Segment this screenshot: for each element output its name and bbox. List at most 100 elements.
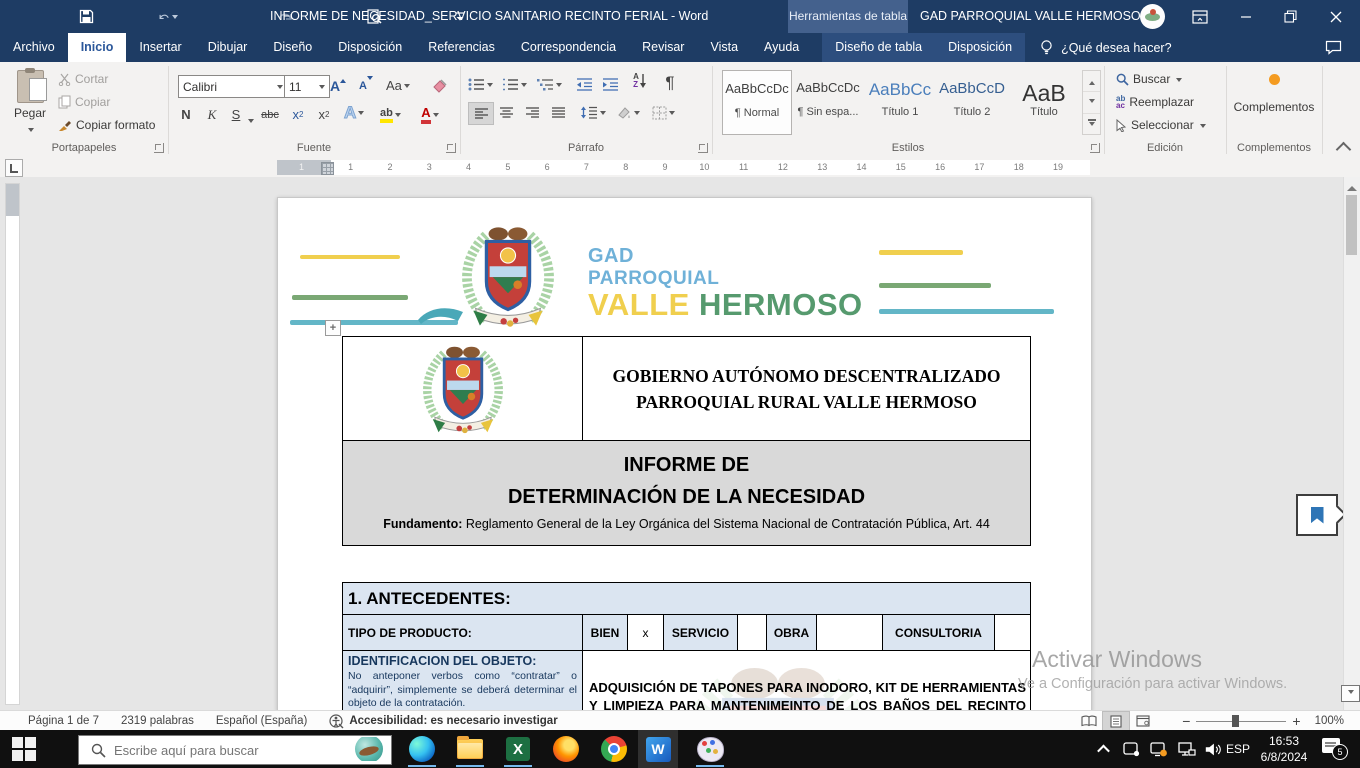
sort-button[interactable]: AZ bbox=[630, 70, 650, 91]
document-page[interactable]: GAD PARROQUIAL VALLE HERMOSO + GOBIERNO … bbox=[277, 197, 1092, 710]
shading-button[interactable] bbox=[616, 102, 640, 123]
fuente-dialog-launcher[interactable] bbox=[446, 143, 456, 153]
shrink-font-button[interactable]: A bbox=[356, 75, 376, 96]
antecedentes-table[interactable]: 1. ANTECEDENTES: TIPO DE PRODUCTO: BIEN … bbox=[342, 582, 1031, 710]
scroll-down-button[interactable] bbox=[1341, 685, 1360, 702]
style-titulo[interactable]: AaB Título bbox=[1010, 70, 1078, 133]
portapapeles-dialog-launcher[interactable] bbox=[154, 143, 164, 153]
change-case-button[interactable]: Aa bbox=[386, 75, 410, 96]
decrease-indent-button[interactable] bbox=[574, 74, 594, 95]
identificacion-value-cell[interactable]: ADQUISICIÓN DE TAPONES PARA INODORO, KIT… bbox=[582, 651, 1030, 710]
underline-dropdown[interactable] bbox=[248, 119, 254, 126]
vertical-ruler[interactable] bbox=[5, 183, 20, 705]
read-mode-button[interactable] bbox=[1076, 712, 1102, 730]
collapse-ribbon-icon[interactable] bbox=[1335, 141, 1352, 158]
paste-button[interactable]: Pegar bbox=[8, 68, 52, 138]
style-sin-espaciado[interactable]: AaBbCcDc ¶ Sin espa... bbox=[794, 70, 862, 133]
ribbon-display-options-icon[interactable] bbox=[1178, 0, 1222, 33]
clear-formatting-button[interactable] bbox=[430, 75, 450, 96]
highlight-button[interactable]: ab bbox=[380, 104, 401, 125]
org-header-table[interactable]: GOBIERNO AUTÓNOMO DESCENTRALIZADO PARROQ… bbox=[342, 336, 1031, 546]
strikethrough-button[interactable]: abc bbox=[260, 104, 280, 125]
increase-indent-button[interactable] bbox=[600, 74, 620, 95]
taskbar-file-explorer-icon[interactable] bbox=[452, 736, 488, 762]
close-button[interactable] bbox=[1314, 0, 1358, 33]
account-avatar[interactable] bbox=[1140, 4, 1165, 29]
tab-diseno-de-tabla[interactable]: Diseño de tabla bbox=[822, 33, 935, 62]
bold-button[interactable]: N bbox=[176, 104, 196, 125]
taskbar-excel-icon[interactable]: X bbox=[500, 736, 536, 762]
tray-language-badge[interactable]: ESP bbox=[1226, 742, 1250, 756]
subscript-button[interactable]: x2 bbox=[288, 104, 308, 125]
obra-check-cell[interactable] bbox=[816, 615, 882, 650]
tray-display-orange-badge-icon[interactable] bbox=[1148, 740, 1170, 758]
bullets-button[interactable] bbox=[468, 74, 493, 95]
scrollbar-thumb[interactable] bbox=[1346, 195, 1357, 255]
tab-revisar[interactable]: Revisar bbox=[629, 33, 697, 62]
tell-me-box[interactable]: ¿Qué desea hacer? bbox=[1039, 33, 1172, 62]
tab-disposicion[interactable]: Disposición bbox=[325, 33, 415, 62]
font-size-combo[interactable]: 11 bbox=[284, 75, 330, 98]
bien-check-cell[interactable]: x bbox=[627, 615, 663, 650]
tab-referencias[interactable]: Referencias bbox=[415, 33, 508, 62]
align-left-button[interactable] bbox=[468, 102, 494, 125]
line-spacing-button[interactable] bbox=[580, 102, 606, 123]
horizontal-ruler[interactable]: 1 1 2 3 4 5 6 7 8 9 10 11 12 13 14 15 16 17 18 19 bbox=[277, 160, 1090, 175]
tray-clock[interactable]: 16:53 6/8/2024 bbox=[1252, 733, 1316, 765]
style-titulo-1[interactable]: AaBbCc Título 1 bbox=[866, 70, 934, 133]
minimize-button[interactable] bbox=[1224, 0, 1268, 33]
tab-ayuda[interactable]: Ayuda bbox=[751, 33, 812, 62]
start-button[interactable] bbox=[12, 737, 36, 761]
parrafo-dialog-launcher[interactable] bbox=[698, 143, 708, 153]
styles-scroll-up-icon[interactable] bbox=[1083, 71, 1100, 93]
styles-gallery-more-icon[interactable] bbox=[1083, 114, 1100, 134]
text-effects-button[interactable]: A bbox=[343, 102, 365, 123]
select-button[interactable]: Seleccionar bbox=[1116, 118, 1206, 132]
vertical-scrollbar[interactable] bbox=[1341, 177, 1360, 710]
underline-button[interactable]: S bbox=[226, 104, 246, 125]
tab-correspondencia[interactable]: Correspondencia bbox=[508, 33, 629, 62]
tab-stop-selector[interactable] bbox=[5, 159, 23, 177]
print-layout-button[interactable] bbox=[1102, 711, 1131, 731]
tray-network-icon[interactable] bbox=[1176, 740, 1198, 758]
feedback-icon[interactable] bbox=[1325, 40, 1342, 60]
tab-archivo[interactable]: Archivo bbox=[0, 33, 68, 62]
borders-button[interactable] bbox=[652, 102, 675, 123]
notification-center-icon[interactable]: 5 bbox=[1322, 738, 1348, 760]
zoom-level[interactable]: 100% bbox=[1315, 715, 1344, 727]
zoom-in-button[interactable]: + bbox=[1292, 713, 1300, 729]
tab-vista[interactable]: Vista bbox=[697, 33, 751, 62]
account-name[interactable]: GAD PARROQUIAL VALLE HERMOSO bbox=[920, 0, 1141, 33]
page-indicator[interactable]: Página 1 de 7 bbox=[28, 715, 99, 727]
tab-insertar[interactable]: Insertar bbox=[126, 33, 194, 62]
taskbar-search[interactable] bbox=[78, 735, 392, 765]
find-button[interactable]: Buscar bbox=[1116, 72, 1183, 86]
cut-button[interactable]: Cortar bbox=[58, 72, 108, 86]
word-count[interactable]: 2319 palabras bbox=[121, 715, 194, 727]
tab-disposicion-tabla[interactable]: Disposición bbox=[935, 33, 1025, 62]
zoom-slider[interactable] bbox=[1196, 712, 1287, 730]
italic-button[interactable]: K bbox=[202, 104, 222, 125]
taskbar-chrome-icon[interactable] bbox=[596, 736, 632, 762]
numbering-button[interactable] bbox=[502, 74, 527, 95]
restore-button[interactable] bbox=[1268, 0, 1312, 33]
tray-tablet-icon[interactable] bbox=[1120, 740, 1142, 758]
scroll-up-icon[interactable] bbox=[1347, 181, 1357, 191]
undo-icon[interactable] bbox=[158, 7, 178, 26]
style-titulo-2[interactable]: AaBbCcD Título 2 bbox=[938, 70, 1006, 133]
bookmark-flag-button[interactable] bbox=[1296, 494, 1338, 536]
copy-button[interactable]: Copiar bbox=[58, 95, 110, 109]
multilevel-list-button[interactable] bbox=[536, 74, 562, 95]
replace-button[interactable]: ab ac Reemplazar bbox=[1116, 95, 1194, 110]
tray-chevron-up-icon[interactable] bbox=[1092, 740, 1114, 758]
justify-button[interactable] bbox=[548, 102, 568, 123]
tab-diseno[interactable]: Diseño bbox=[260, 33, 325, 62]
taskbar-firefox-icon[interactable] bbox=[548, 736, 584, 762]
consultoria-check-cell[interactable] bbox=[994, 615, 1030, 650]
taskbar-paint-icon[interactable] bbox=[692, 736, 728, 762]
estilos-dialog-launcher[interactable] bbox=[1090, 143, 1100, 153]
styles-gallery-scroll[interactable] bbox=[1082, 70, 1101, 135]
complementos-button[interactable]: Complementos bbox=[1226, 72, 1322, 114]
align-center-button[interactable] bbox=[496, 102, 516, 123]
font-family-combo[interactable]: Calibri bbox=[178, 75, 288, 98]
